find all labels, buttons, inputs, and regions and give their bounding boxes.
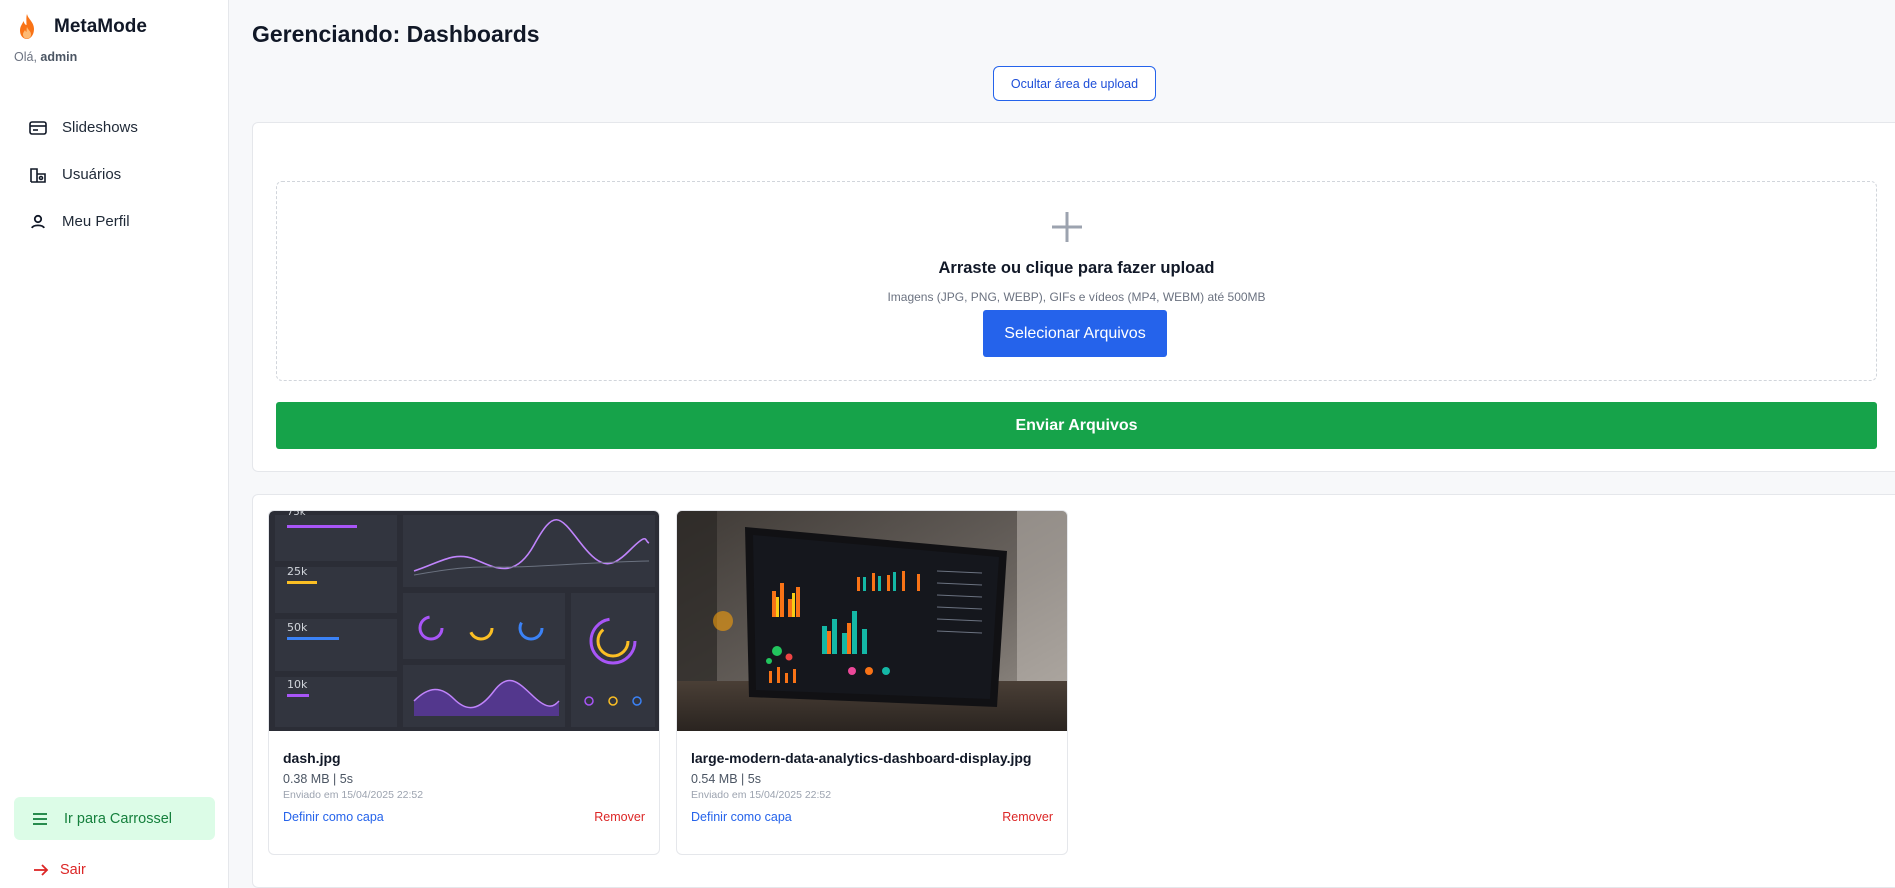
users-icon	[30, 167, 46, 183]
remove-file-link[interactable]: Remover	[1002, 810, 1053, 824]
svg-text:75k: 75k	[287, 511, 306, 518]
upload-subtitle: Imagens (JPG, PNG, WEBP), GIFs e vídeos …	[887, 290, 1266, 304]
set-cover-link[interactable]: Definir como capa	[691, 810, 792, 824]
sidebar-item-profile[interactable]: Meu Perfil	[28, 198, 218, 245]
file-thumbnail[interactable]	[677, 511, 1068, 731]
remove-file-link[interactable]: Remover	[594, 810, 645, 824]
sidebar-item-slideshows[interactable]: Slideshows	[28, 104, 218, 151]
svg-text:50k: 50k	[287, 621, 308, 634]
menu-icon	[33, 812, 47, 825]
logout-arrow-icon	[34, 864, 49, 876]
sidebar-item-label: Usuários	[62, 166, 122, 183]
file-thumbnail[interactable]: 75k 25k 50k 10k	[269, 511, 660, 731]
sidebar-item-label: Meu Perfil	[62, 213, 130, 230]
select-files-button[interactable]: Selecionar Arquivos	[983, 310, 1167, 357]
slides-icon	[29, 120, 47, 135]
toggle-upload-area-button[interactable]: Ocultar área de upload	[993, 66, 1156, 101]
plus-icon	[1052, 212, 1082, 242]
svg-text:25k: 25k	[287, 565, 308, 578]
brand[interactable]: MetaMode	[14, 13, 147, 41]
logout-label: Sair	[60, 862, 86, 878]
file-card: large-modern-data-analytics-dashboard-di…	[676, 510, 1068, 855]
file-upload-date: Enviado em 15/04/2025 22:52	[283, 789, 424, 801]
sidebar-item-users[interactable]: Usuários	[28, 151, 218, 198]
user-icon	[31, 214, 45, 228]
sidebar-nav: Slideshows Usuários Meu Perfil	[28, 104, 218, 245]
greeting-username: admin	[40, 50, 78, 64]
file-card: 75k 25k 50k 10k dash.jpg 0.38 MB | 5s En…	[268, 510, 660, 855]
brand-name: MetaMode	[54, 16, 147, 37]
sidebar-item-label: Slideshows	[62, 119, 138, 136]
set-cover-link[interactable]: Definir como capa	[283, 810, 384, 824]
send-files-button[interactable]: Enviar Arquivos	[276, 402, 1877, 449]
upload-panel: Arraste ou clique para fazer upload Imag…	[252, 122, 1895, 472]
go-to-carousel-button[interactable]: Ir para Carrossel	[14, 797, 215, 840]
page-title: Gerenciando: Dashboards	[252, 21, 540, 47]
upload-title: Arraste ou clique para fazer upload	[938, 259, 1215, 277]
logout-button[interactable]: Sair	[32, 861, 86, 879]
greeting-prefix: Olá,	[14, 50, 37, 64]
greeting: Olá, admin	[14, 50, 77, 64]
file-name: dash.jpg	[283, 750, 341, 766]
sidebar: MetaMode Olá, admin Slideshows Usuários	[0, 0, 229, 888]
file-meta: 0.38 MB | 5s	[283, 772, 353, 786]
file-upload-date: Enviado em 15/04/2025 22:52	[691, 789, 832, 801]
file-meta: 0.54 MB | 5s	[691, 772, 761, 786]
svg-text:10k: 10k	[287, 678, 308, 691]
upload-dropzone[interactable]: Arraste ou clique para fazer upload Imag…	[276, 181, 1877, 381]
files-grid: 75k 25k 50k 10k dash.jpg 0.38 MB | 5s En…	[252, 494, 1895, 888]
flame-icon	[20, 14, 34, 39]
go-to-carousel-label: Ir para Carrossel	[64, 810, 172, 827]
file-name: large-modern-data-analytics-dashboard-di…	[691, 750, 1032, 766]
